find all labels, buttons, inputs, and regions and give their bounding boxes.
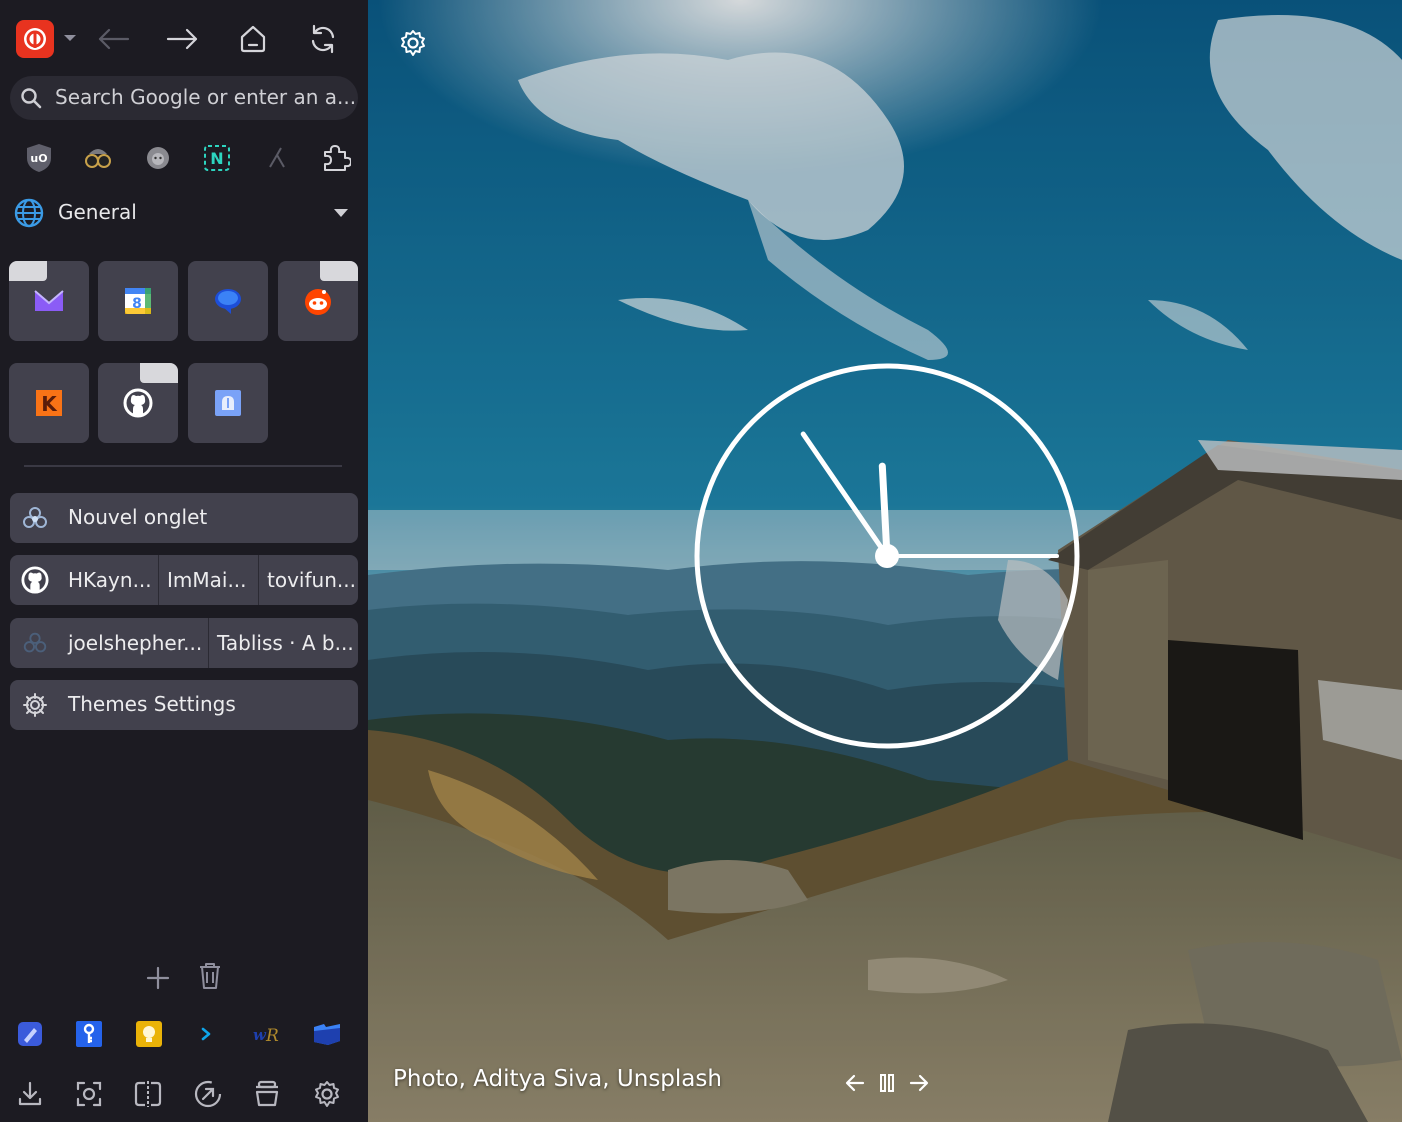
blue-pen-app-icon[interactable] (12, 1016, 48, 1052)
trash-icon[interactable] (192, 958, 228, 994)
workspace-selector[interactable]: General (10, 192, 358, 234)
toolbar (0, 0, 368, 76)
photo-credit[interactable]: Photo, Aditya Siva, Unsplash (393, 1066, 722, 1092)
kagi-icon: K (33, 387, 65, 419)
svg-text:K: K (41, 392, 58, 416)
sidebar-divider (24, 465, 342, 467)
split-view-icon[interactable] (130, 1076, 166, 1112)
forward-button[interactable] (164, 20, 202, 58)
puzzle-piece-icon[interactable] (318, 140, 354, 176)
svg-text:R: R (265, 1026, 279, 1046)
search-input[interactable]: Search Google or enter an a... (10, 76, 358, 120)
gear-icon (20, 690, 50, 720)
github-icon (20, 565, 50, 595)
reload-button[interactable] (304, 20, 342, 58)
tabliss-icon (20, 503, 50, 533)
home-icon (240, 25, 266, 53)
chat-bubble-icon (212, 285, 244, 317)
spy-glasses-icon[interactable] (80, 140, 116, 176)
split-tab-label[interactable]: Tabliss · A b... (208, 618, 358, 668)
caret-down-icon[interactable] (330, 204, 352, 222)
key-app-icon[interactable] (71, 1016, 107, 1052)
arrow-left-icon (98, 28, 130, 50)
split-tab-label[interactable]: joelshepher... (60, 618, 208, 668)
app-icon (212, 387, 244, 419)
workspace-label: General (58, 200, 137, 224)
split-tab-label[interactable]: ImMai... (158, 555, 258, 605)
kagi-pin[interactable]: K (9, 363, 89, 443)
tab-nouvel-onglet[interactable]: Nouvel onglet (10, 493, 358, 543)
settings-icon[interactable] (309, 1076, 345, 1112)
proton-mail-pin[interactable] (9, 261, 89, 341)
download-icon[interactable] (12, 1076, 48, 1112)
app-pin[interactable] (188, 363, 268, 443)
bulb-app-icon[interactable] (131, 1016, 167, 1052)
tabliss-icon (20, 628, 50, 658)
mail-icon (33, 285, 65, 317)
terminal-app-icon[interactable] (190, 1016, 226, 1052)
svg-text:w: w (253, 1026, 267, 1044)
tab-label: Themes Settings (68, 692, 236, 716)
plus-icon[interactable] (140, 960, 176, 996)
tab-label: Nouvel onglet (68, 505, 208, 529)
tab-themes-settings[interactable]: Themes Settings (10, 680, 358, 730)
pin-corner (140, 363, 178, 383)
lion-mask-icon[interactable] (140, 140, 176, 176)
svg-text:8: 8 (132, 296, 142, 312)
globe-icon (12, 196, 46, 230)
arrow-right-icon (166, 28, 198, 50)
screenshot-icon[interactable] (71, 1076, 107, 1112)
home-button[interactable] (234, 20, 272, 58)
split-tab-label[interactable]: HKayn... (60, 555, 158, 605)
reddit-pin[interactable] (278, 261, 358, 341)
tab-split-group-2[interactable]: joelshepher... Tabliss · A b... (10, 618, 358, 668)
pin-corner (320, 261, 358, 281)
github-pin[interactable] (98, 363, 178, 443)
arrow-left-icon[interactable] (842, 1070, 868, 1096)
search-placeholder: Search Google or enter an a... (55, 85, 357, 109)
ublock-origin-icon[interactable]: uO (21, 140, 57, 176)
clock-center (875, 544, 899, 568)
chevron-down-icon[interactable] (60, 28, 80, 48)
gear-icon[interactable] (396, 26, 430, 60)
minute-hand (800, 431, 890, 559)
branch-icon[interactable] (259, 140, 295, 176)
github-icon (122, 387, 154, 419)
pin-corner (9, 261, 47, 281)
new-tab-page: Photo, Aditya Siva, Unsplash (368, 0, 1402, 1122)
analog-clock (694, 363, 1080, 749)
speed-dial-icon[interactable] (190, 1076, 226, 1112)
back-button[interactable] (94, 20, 132, 58)
stack-icon[interactable] (249, 1076, 285, 1112)
search-icon (18, 85, 44, 111)
floorp-logo-icon[interactable] (16, 20, 54, 58)
folder-app-icon[interactable] (309, 1016, 345, 1052)
svg-text:uO: uO (30, 152, 47, 165)
calendar-icon: 8 (122, 285, 154, 317)
split-tab-label[interactable]: tovifun... (258, 555, 358, 605)
hour-hand (878, 462, 891, 560)
wordreference-app-icon[interactable]: wR (249, 1016, 285, 1052)
notion-icon[interactable]: N (199, 140, 235, 176)
reddit-icon (302, 285, 334, 317)
google-calendar-pin[interactable]: 8 (98, 261, 178, 341)
messages-pin[interactable] (188, 261, 268, 341)
reload-icon (311, 24, 335, 54)
tab-split-group-1[interactable]: HKayn... ImMai... tovifun... (10, 555, 358, 605)
arrow-right-icon[interactable] (906, 1070, 932, 1096)
pause-icon[interactable] (874, 1070, 900, 1096)
svg-text:N: N (210, 149, 223, 168)
sidebar: Search Google or enter an a... uO N Gene… (0, 0, 368, 1122)
